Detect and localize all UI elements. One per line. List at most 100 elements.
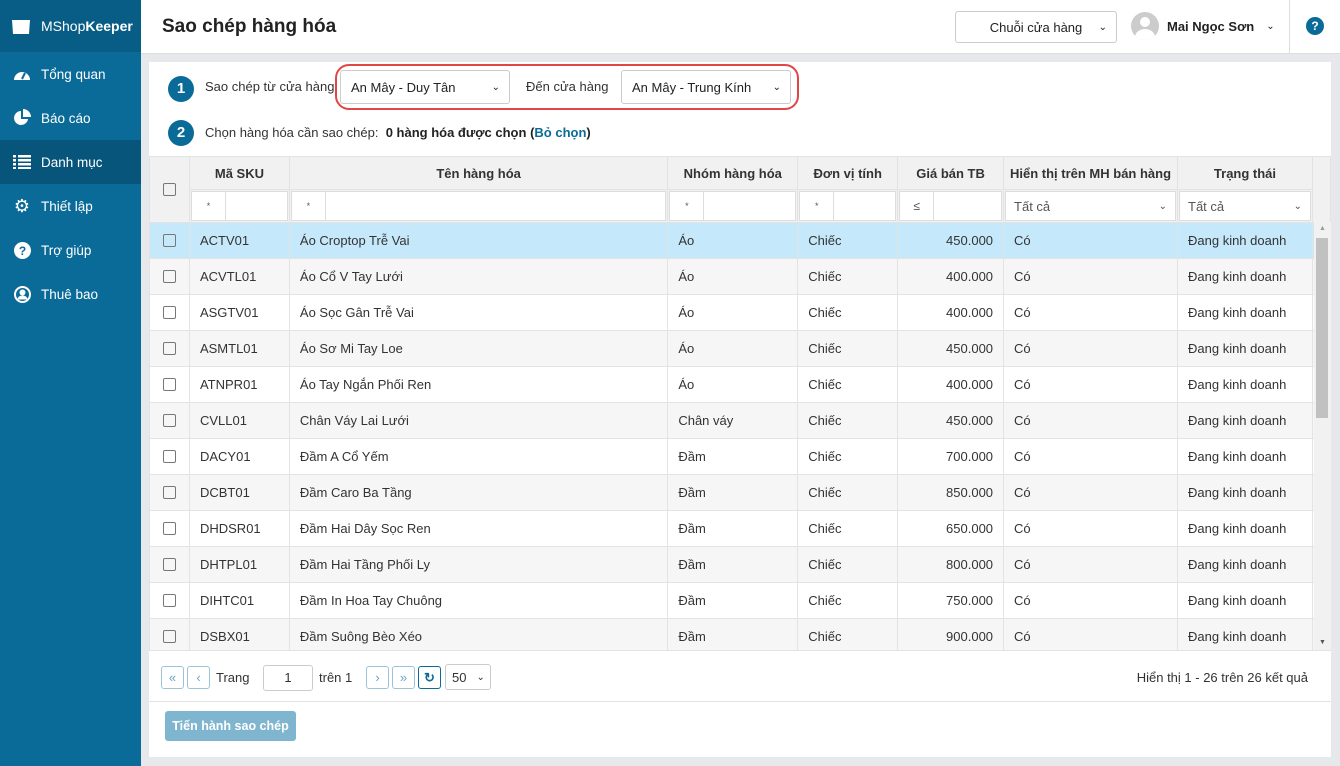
table-row[interactable]: ACVTL01 Áo Cổ V Tay Lưới Áo Chiếc 400.000 Có Đ… <box>149 258 1331 295</box>
filter-operator[interactable]: * <box>292 192 326 220</box>
cell-display: Có <box>1003 510 1178 547</box>
table-row[interactable]: ASGTV01 Áo Sọc Gân Trễ Vai Áo Chiếc 400.000 C… <box>149 294 1331 331</box>
status-filter-select[interactable]: Tất cả ⌄ <box>1179 191 1311 221</box>
cell-group: Áo <box>667 366 799 403</box>
table-row[interactable]: CVLL01 Chân Váy Lai Lưới Chân váy Chiếc 450.… <box>149 402 1331 439</box>
brand-bold: Keeper <box>85 18 133 34</box>
row-checkbox[interactable] <box>162 306 176 319</box>
table-row[interactable]: ACTV01 Áo Croptop Trễ Vai Áo Chiếc 450.000 Có… <box>149 222 1331 259</box>
header-spacer <box>1311 156 1331 223</box>
row-checkbox[interactable] <box>162 234 176 247</box>
row-checkbox[interactable] <box>162 486 176 499</box>
cell-display: Có <box>1003 330 1178 367</box>
cell-sku: CVLL01 <box>188 402 290 439</box>
filter-operator[interactable]: * <box>670 192 705 220</box>
cell-unit: Chiếc <box>797 366 899 403</box>
unit-filter[interactable]: * <box>799 191 897 221</box>
col-display[interactable]: Hiển thị trên MH bán hàng <box>1003 156 1178 190</box>
filter-operator[interactable]: * <box>192 192 226 220</box>
row-checkbox[interactable] <box>162 630 176 643</box>
cell-sku: DSBX01 <box>188 618 290 650</box>
cell-unit: Chiếc <box>797 222 899 259</box>
cell-price: 900.000 <box>897 618 1005 650</box>
sidebar-item-user[interactable]: Thuê bao <box>0 272 141 316</box>
help-icon[interactable]: ? <box>1306 17 1324 35</box>
name-filter[interactable]: * <box>290 191 667 221</box>
cell-name: Áo Sọc Gân Trễ Vai <box>288 294 669 331</box>
table-row[interactable]: DHTPL01 Đầm Hai Tầng Phối Ly Đầm Chiếc 800.0… <box>149 546 1331 583</box>
first-page-icon[interactable]: « <box>161 666 184 689</box>
cell-name: Áo Sơ Mi Tay Loe <box>288 330 669 367</box>
cell-name: Áo Tay Ngắn Phối Ren <box>288 366 669 403</box>
select-all-checkbox[interactable] <box>162 183 176 196</box>
to-store-label: Đến cửa hàng <box>526 79 609 94</box>
last-page-icon[interactable]: » <box>392 666 415 689</box>
price-filter[interactable]: ≤ <box>899 191 1003 221</box>
scroll-down-icon[interactable]: ▼ <box>1314 636 1331 650</box>
scroll-up-icon[interactable]: ▲ <box>1314 222 1331 236</box>
sidebar-item-help[interactable]: ? Trợ giúp <box>0 228 141 272</box>
from-store-select[interactable]: An Mây - Duy Tân ⌄ <box>340 70 510 104</box>
cell-price: 400.000 <box>897 258 1005 295</box>
row-checkbox[interactable] <box>162 522 176 535</box>
row-checkbox[interactable] <box>162 414 176 427</box>
prev-page-icon[interactable]: ‹ <box>187 666 210 689</box>
page-size-select[interactable]: 50 ⌄ <box>445 664 491 690</box>
col-unit[interactable]: Đơn vị tính <box>797 156 899 190</box>
row-checkbox[interactable] <box>162 594 176 607</box>
row-checkbox[interactable] <box>162 342 176 355</box>
clear-selection-link[interactable]: Bỏ chọn <box>534 125 586 140</box>
cell-name: Đầm Caro Ba Tầng <box>288 474 669 511</box>
filter-operator[interactable]: * <box>800 192 835 220</box>
to-store-select[interactable]: An Mây - Trung Kính ⌄ <box>621 70 791 104</box>
row-checkbox[interactable] <box>162 558 176 571</box>
table-row[interactable]: ATNPR01 Áo Tay Ngắn Phối Ren Áo Chiếc 400.00… <box>149 366 1331 403</box>
to-store-value: An Mây - Trung Kính <box>632 79 752 95</box>
cell-display: Có <box>1003 222 1178 259</box>
table-row[interactable]: ASMTL01 Áo Sơ Mi Tay Loe Áo Chiếc 450.000 Có Đ… <box>149 330 1331 367</box>
store-chain-dropdown[interactable]: Chuỗi cửa hàng ⌄ <box>955 11 1117 43</box>
sidebar-item-gear[interactable]: ⚙ Thiết lập <box>0 184 141 228</box>
scrollbar-thumb[interactable] <box>1316 238 1328 418</box>
cell-group: Đầm <box>667 582 799 619</box>
page-input[interactable]: 1 <box>263 665 313 691</box>
logo[interactable]: MShop Keeper <box>0 0 141 52</box>
group-filter[interactable]: * <box>669 191 797 221</box>
col-status[interactable]: Trạng thái <box>1177 156 1313 190</box>
cell-group: Đầm <box>667 438 799 475</box>
table-row[interactable]: DIHTC01 Đầm In Hoa Tay Chuông Đầm Chiếc 750.… <box>149 582 1331 619</box>
cell-sku: ASGTV01 <box>188 294 290 331</box>
vertical-scrollbar[interactable]: ▲ ▼ <box>1314 222 1331 650</box>
filter-operator[interactable]: ≤ <box>900 192 935 220</box>
cell-price: 700.000 <box>897 438 1005 475</box>
table-row[interactable]: DCBT01 Đầm Caro Ba Tầng Đầm Chiếc 850.000 Có Đ… <box>149 474 1331 511</box>
sku-filter[interactable]: * <box>190 191 288 221</box>
row-checkbox[interactable] <box>162 378 176 391</box>
user-menu[interactable]: Mai Ngọc Sơn ⌄ <box>1131 12 1275 40</box>
next-page-icon[interactable]: › <box>366 666 389 689</box>
table-row[interactable]: DSBX01 Đầm Suông Bèo Xéo Đầm Chiếc 900.000 Có… <box>149 618 1331 650</box>
col-group[interactable]: Nhóm hàng hóa <box>667 156 799 190</box>
row-checkbox-cell <box>149 546 190 583</box>
col-price[interactable]: Giá bán TB <box>897 156 1005 190</box>
sidebar-item-pie-chart[interactable]: Báo cáo <box>0 96 141 140</box>
row-checkbox-cell <box>149 510 190 547</box>
table-row[interactable]: DHDSR01 Đầm Hai Dây Sọc Ren Đầm Chiếc 650.00… <box>149 510 1331 547</box>
cell-display: Có <box>1003 474 1178 511</box>
refresh-icon[interactable]: ↻ <box>418 666 441 689</box>
table-row[interactable]: DACY01 Đầm A Cổ Yếm Đầm Chiếc 700.000 Có Đang … <box>149 438 1331 475</box>
row-checkbox[interactable] <box>162 450 176 463</box>
row-checkbox[interactable] <box>162 270 176 283</box>
user-name: Mai Ngọc Sơn <box>1167 18 1255 34</box>
cell-status: Đang kinh doanh <box>1177 474 1313 511</box>
divider <box>1289 0 1290 54</box>
start-copy-button[interactable]: Tiến hành sao chép <box>165 711 296 741</box>
sidebar-item-dashboard[interactable]: Tổng quan <box>0 52 141 96</box>
display-filter-select[interactable]: Tất cả ⌄ <box>1005 191 1176 221</box>
sidebar-item-list[interactable]: Danh mục <box>0 140 141 184</box>
col-sku[interactable]: Mã SKU <box>188 156 290 190</box>
shopping-bag-icon <box>12 17 30 34</box>
col-name[interactable]: Tên hàng hóa <box>288 156 669 190</box>
cell-unit: Chiếc <box>797 546 899 583</box>
cell-price: 400.000 <box>897 366 1005 403</box>
